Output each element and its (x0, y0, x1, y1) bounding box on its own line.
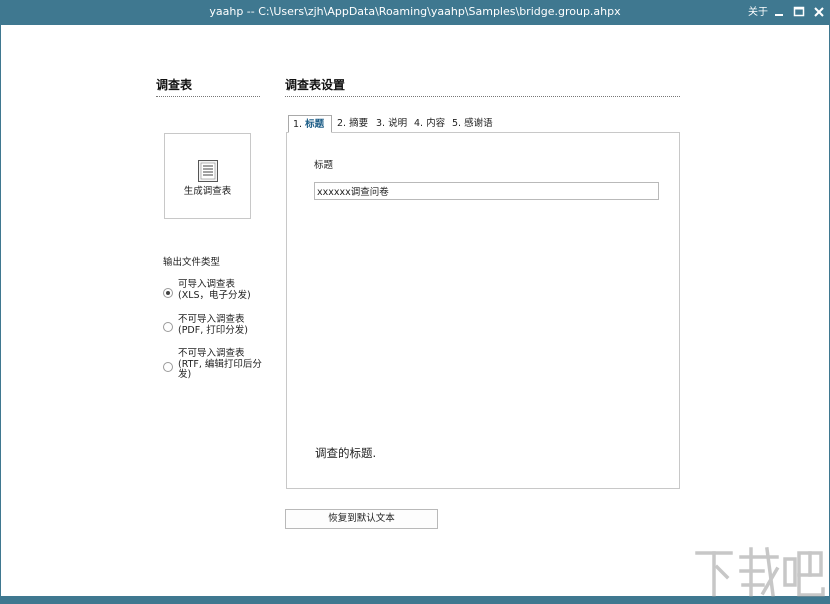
survey-heading: 调查表 (156, 78, 260, 97)
tab-number: 4. (414, 118, 424, 129)
radio-button[interactable] (163, 322, 173, 332)
radio-option-line1: 可导入调查表 (178, 279, 236, 290)
tab-number: 5. (452, 118, 462, 129)
title-input[interactable] (314, 182, 659, 200)
tab-label: 说明 (388, 118, 408, 129)
generate-survey-button[interactable]: 生成调查表 (164, 133, 251, 219)
restore-default-button[interactable]: 恢复到默认文本 (285, 509, 438, 529)
title-field-label: 标题 (314, 160, 334, 171)
tab-content[interactable]: 4. 内容 (414, 115, 445, 133)
about-button[interactable]: 关于 (748, 6, 768, 19)
tab-instructions[interactable]: 3. 说明 (376, 115, 407, 133)
radio-option-line1: 不可导入调查表 (178, 348, 245, 359)
tab-number: 3. (376, 118, 386, 129)
tab-label: 标题 (305, 119, 325, 130)
radio-option-line2: (XLS，电子分发) (178, 289, 251, 301)
radio-option-label: 可导入调查表 (XLS，电子分发) (178, 279, 263, 301)
window-title: yaahp -- C:\Users\zjh\AppData\Roaming\ya… (209, 5, 621, 18)
radio-option-line1: 不可导入调查表 (178, 314, 245, 325)
radio-option-line2: (RTF, 编辑打印后分发) (178, 358, 262, 380)
output-type-label: 输出文件类型 (163, 257, 221, 268)
survey-settings-heading: 调查表设置 (285, 78, 680, 97)
watermark-logo (695, 547, 825, 597)
tab-summary[interactable]: 2. 摘要 (337, 115, 368, 133)
maximize-button[interactable] (791, 4, 807, 20)
tab-label: 内容 (426, 118, 446, 129)
tab-number: 1. (293, 119, 303, 130)
tab-thanks[interactable]: 5. 感谢语 (452, 115, 493, 133)
radio-button[interactable] (163, 362, 173, 372)
tab-number: 2. (337, 118, 347, 129)
document-icon (198, 160, 218, 182)
minimize-icon (775, 14, 783, 16)
minimize-button[interactable] (771, 4, 787, 20)
maximize-icon (793, 6, 805, 17)
tab-label: 感谢语 (464, 118, 493, 129)
radio-option-line2: (PDF, 打印分发) (178, 324, 248, 336)
radio-button[interactable] (163, 288, 173, 298)
tab-label: 摘要 (349, 118, 369, 129)
tab-title[interactable]: 1. 标题 (288, 115, 332, 133)
close-button[interactable] (811, 4, 827, 20)
radio-option-label: 不可导入调查表 (RTF, 编辑打印后分发) (178, 348, 263, 381)
title-bar[interactable]: yaahp -- C:\Users\zjh\AppData\Roaming\ya… (1, 0, 829, 25)
generate-survey-label: 生成调查表 (183, 186, 232, 197)
field-description: 调查的标题. (315, 446, 377, 460)
close-icon (814, 7, 824, 17)
radio-option-label: 不可导入调查表 (PDF, 打印分发) (178, 314, 263, 336)
app-window: yaahp -- C:\Users\zjh\AppData\Roaming\ya… (0, 0, 830, 604)
